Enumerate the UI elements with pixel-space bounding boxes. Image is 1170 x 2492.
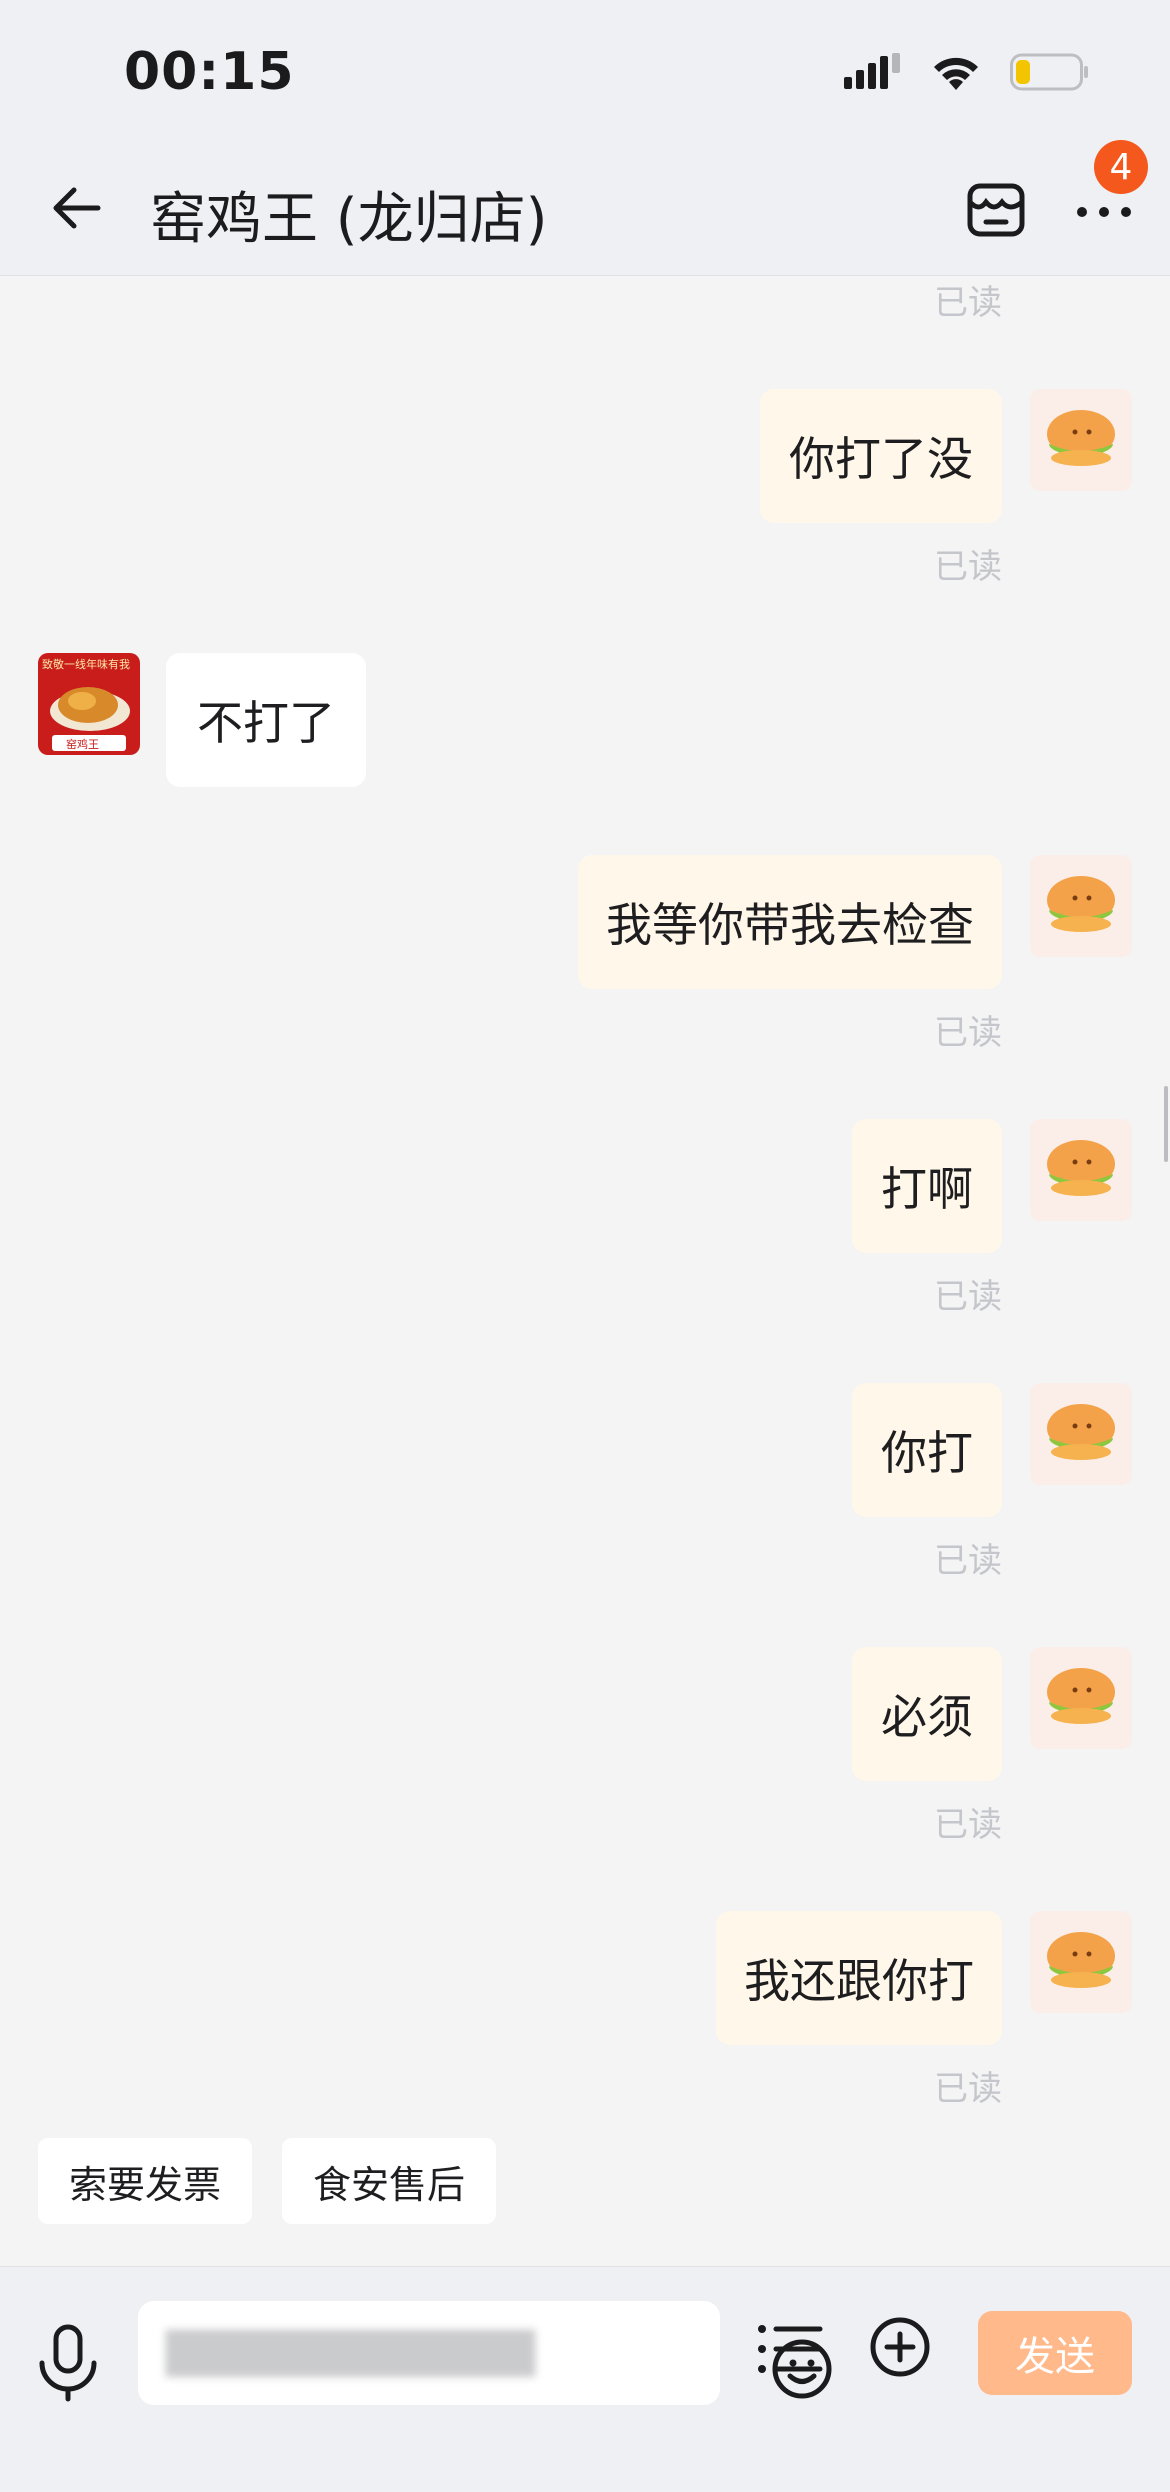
back-arrow-icon: [53, 187, 101, 229]
user-avatar[interactable]: [1030, 1647, 1132, 1749]
message-bubble-outgoing[interactable]: 我还跟你打: [716, 1911, 1002, 2045]
message-bubble-incoming[interactable]: 不打了: [166, 653, 366, 787]
read-receipt: 已读: [934, 2069, 1002, 2109]
burger-avatar-icon: [1047, 1932, 1115, 1988]
read-receipt: 已读: [934, 1013, 1002, 1053]
read-receipt: 已读: [934, 1805, 1002, 1845]
burger-avatar-icon: [1047, 876, 1115, 932]
page-title: 窑鸡王 (龙归店): [150, 187, 548, 252]
message-input[interactable]: ████████████: [138, 2301, 832, 2405]
user-avatar[interactable]: [1030, 1119, 1132, 1221]
burger-avatar-icon: [1047, 1404, 1115, 1460]
user-avatar[interactable]: [1030, 855, 1132, 957]
input-bar: ████████████ 发送: [0, 2266, 1170, 2492]
user-avatar[interactable]: [1030, 389, 1132, 491]
send-button[interactable]: 发送: [978, 2311, 1132, 2395]
menu-list-button[interactable]: [756, 2317, 824, 2381]
list-icon: [758, 2325, 823, 2373]
microphone-icon: [39, 2324, 97, 2402]
user-avatar[interactable]: [1030, 1911, 1132, 2013]
burger-avatar-icon: [1047, 1140, 1115, 1196]
chat-screen: 00:15 窑鸡王 (龙归店) 4 已读 你打了没 已读 致敬一线年味有我 窑鸡…: [0, 0, 1170, 2492]
burger-avatar-icon: [1047, 410, 1115, 466]
input-text: ████████████: [166, 2331, 536, 2377]
battery-icon: [1010, 53, 1088, 91]
message-bubble-outgoing[interactable]: 你打: [852, 1383, 1002, 1517]
message-bubble-outgoing[interactable]: 必须: [852, 1647, 1002, 1781]
status-time: 00:15: [124, 42, 295, 102]
user-avatar[interactable]: [1030, 1383, 1132, 1485]
scrollbar[interactable]: [1164, 1086, 1168, 1162]
status-icons: [842, 52, 1090, 92]
status-bar: 00:15: [0, 0, 1170, 140]
read-receipt: 已读: [934, 1277, 1002, 1317]
store-icon: [967, 183, 1025, 237]
add-attachment-button[interactable]: [868, 2315, 932, 2379]
message-list[interactable]: 已读 你打了没 已读 致敬一线年味有我 窑鸡王 不打了 我等你带我去检查 已读 …: [0, 277, 1170, 2122]
notification-badge: 4: [1094, 140, 1148, 194]
quick-action-invoice[interactable]: 索要发票: [38, 2138, 252, 2224]
back-button[interactable]: [44, 176, 108, 240]
plus-icon: [870, 2317, 930, 2377]
chat-header: 窑鸡王 (龙归店): [0, 140, 1170, 276]
message-bubble-outgoing[interactable]: 你打了没: [760, 389, 1002, 523]
shop-avatar[interactable]: 致敬一线年味有我 窑鸡王: [38, 653, 140, 755]
message-bubble-outgoing[interactable]: 打啊: [852, 1119, 1002, 1253]
burger-avatar-icon: [1047, 1668, 1115, 1724]
voice-button[interactable]: [36, 2323, 100, 2403]
read-receipt: 已读: [934, 547, 1002, 587]
message-bubble-outgoing[interactable]: 我等你带我去检查: [578, 855, 1002, 989]
read-receipt: 已读: [934, 283, 1002, 323]
quick-action-food-safety[interactable]: 食安售后: [282, 2138, 496, 2224]
wifi-icon: [934, 57, 978, 90]
shop-logo-text: 窑鸡王: [66, 738, 99, 751]
signal-icon: [844, 53, 900, 89]
store-button[interactable]: [964, 178, 1028, 242]
read-receipt: 已读: [934, 1541, 1002, 1581]
